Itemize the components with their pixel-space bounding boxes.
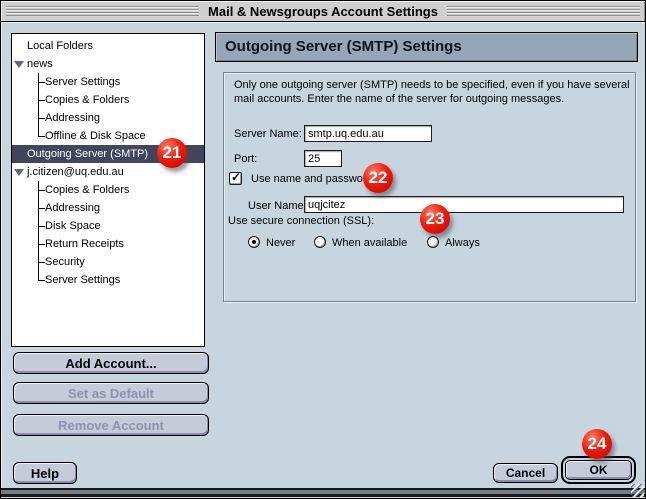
ok-button[interactable]: OK (565, 460, 632, 480)
checkmark-icon: ✓ (231, 170, 241, 184)
jcitizen-children: Copies & Folders Addressing Disk Space R… (38, 181, 204, 289)
tree-item-copies-folders-2[interactable]: Copies & Folders (38, 181, 204, 199)
tree-item-server-settings-2[interactable]: Server Settings (38, 271, 204, 289)
tree-item-return-receipts[interactable]: Return Receipts (38, 235, 204, 253)
add-account-button[interactable]: Add Account... (13, 352, 209, 374)
tree-item-news[interactable]: news (12, 55, 204, 73)
ssl-never-radio[interactable] (248, 236, 260, 248)
ssl-always-label: Always (445, 237, 480, 249)
server-name-input[interactable] (304, 125, 432, 142)
disclosure-triangle-icon[interactable] (14, 61, 24, 68)
dialog-content: Local Folders news Server Settings Copie… (1, 22, 646, 490)
tree-item-server-settings[interactable]: Server Settings (38, 73, 204, 91)
window-titlebar[interactable]: Mail & Newsgroups Account Settings (1, 1, 645, 22)
account-settings-window: Mail & Newsgroups Account Settings Local… (0, 0, 646, 499)
port-label: Port: (234, 153, 257, 165)
window-title: Mail & Newsgroups Account Settings (199, 2, 447, 21)
ssl-when-available-radio[interactable] (314, 236, 326, 248)
tree-item-label: j.citizen@uq.edu.au (27, 166, 124, 178)
description-line-1: Only one outgoing server (SMTP) needs to… (234, 78, 630, 92)
tree-item-addressing[interactable]: Addressing (38, 109, 204, 127)
ssl-label: Use secure connection (SSL): (228, 215, 374, 227)
news-children: Server Settings Copies & Folders Address… (38, 73, 204, 145)
tree-item-addressing-2[interactable]: Addressing (38, 199, 204, 217)
remove-account-button[interactable]: Remove Account (13, 414, 209, 436)
ssl-when-available-label: When available (332, 237, 407, 249)
step-badge-24: 24 (582, 429, 612, 459)
port-input[interactable] (304, 150, 342, 167)
resize-grip-icon[interactable] (631, 484, 644, 497)
tree-item-local-folders[interactable]: Local Folders (12, 37, 204, 55)
help-button[interactable]: Help (13, 462, 77, 484)
panel-title: Outgoing Server (SMTP) Settings (215, 32, 638, 62)
server-name-label: Server Name: (234, 128, 302, 140)
user-name-label: User Name: (248, 200, 307, 212)
use-name-password-checkbox[interactable]: ✓ (229, 172, 242, 185)
use-name-password-label: Use name and password (251, 173, 373, 185)
ssl-always-radio[interactable] (427, 236, 439, 248)
step-badge-21: 21 (157, 138, 187, 168)
smtp-settings-group: Only one outgoing server (SMTP) needs to… (223, 72, 636, 302)
tree-item-disk-space[interactable]: Disk Space (38, 217, 204, 235)
step-badge-23: 23 (420, 204, 450, 234)
ssl-never-label: Never (266, 237, 295, 249)
user-name-input[interactable] (304, 196, 624, 213)
default-button-ring: OK (561, 456, 636, 484)
disclosure-triangle-icon[interactable] (14, 169, 24, 176)
window-bottom-frame (1, 488, 646, 498)
tree-item-copies-folders[interactable]: Copies & Folders (38, 91, 204, 109)
tree-item-label: news (27, 58, 53, 70)
accounts-tree: Local Folders news Server Settings Copie… (11, 33, 205, 347)
cancel-button[interactable]: Cancel (493, 463, 558, 483)
set-as-default-button[interactable]: Set as Default (13, 382, 209, 404)
description-line-2: mail accounts. Enter the name of the ser… (234, 92, 564, 106)
step-badge-22: 22 (363, 163, 393, 193)
tree-item-security[interactable]: Security (38, 253, 204, 271)
